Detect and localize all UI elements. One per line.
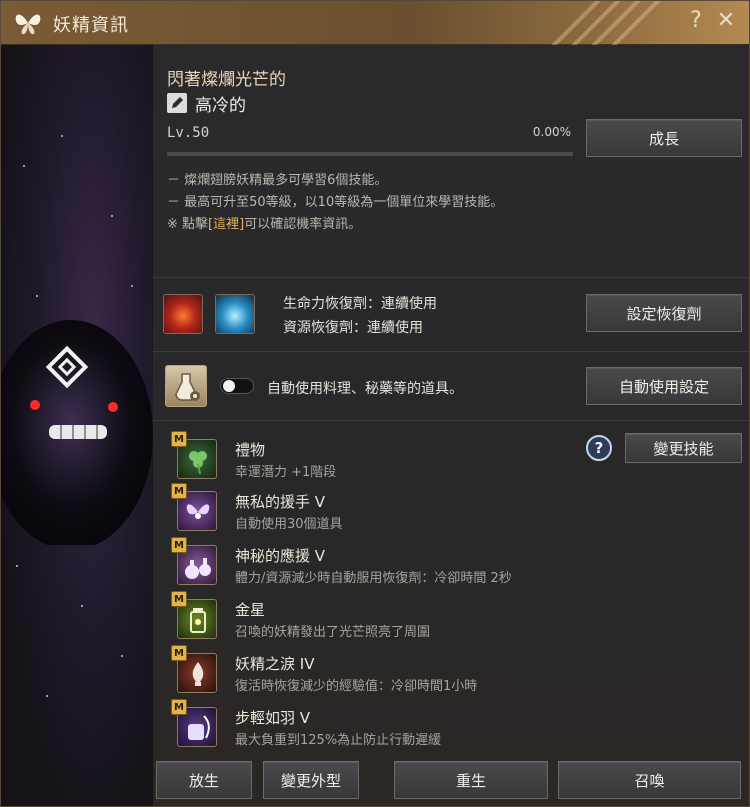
toggle-knob [223,380,235,392]
skill-name: 神秘的應援 V [235,547,326,565]
butterfly-icon [15,14,41,35]
skill-desc: 復活時恢復減少的經驗值：冷卻時間1小時 [235,679,478,694]
skill-badge: M [171,537,187,553]
fairy-title-line: 閃著燦爛光芒的 [167,70,286,90]
hp-potion-setting: 生命力恢復劑：連續使用 [283,296,437,312]
divider [153,277,749,278]
fairy-creature-image [1,320,153,545]
skill-badge: M [171,591,187,607]
skill-desc: 體力/資源減少時自動服用恢復劑：冷卻時間 2秒 [235,571,512,586]
fairy-info-window: 妖精資訊 ? ✕ 閃著燦爛光芒的 高冷的 Lv.50 0.00% 成長 － 燦爛… [0,0,750,807]
skill-row[interactable]: M 無私的援手 V 自動使用30個道具 [171,483,591,539]
skill-badge: M [171,699,187,715]
probability-link[interactable]: [這裡] [208,217,244,232]
skill-badge: M [171,483,187,499]
hp-potion-icon[interactable] [163,294,203,334]
change-appearance-button[interactable]: 變更外型 [263,761,359,799]
fairy-portrait [1,45,153,806]
exp-percent: 0.00% [532,125,571,139]
fairy-level: Lv.50 [167,125,210,141]
skill-name: 無私的援手 V [235,493,326,511]
skill-badge: M [171,431,187,447]
skill-name: 金星 [235,601,266,619]
auto-use-toggle[interactable] [220,378,254,394]
change-skill-button[interactable]: 變更技能 [625,433,742,463]
auto-use-settings-button[interactable]: 自動使用設定 [586,367,742,405]
resource-potion-icon[interactable] [215,294,255,334]
skill-row[interactable]: M 禮物 幸運潛力 +1階段 [171,431,591,487]
info-suffix: 可以確認機率資訊。 [244,217,362,232]
skill-desc: 召喚的妖精發出了光芒照亮了周圍 [235,625,431,640]
help-icon[interactable]: ? [683,8,709,33]
release-button[interactable]: 放生 [156,761,252,799]
info-line-max-level: － 最高可升至50等級，以10等級為一個單位來學習技能。 [167,195,504,210]
auto-use-label: 自動使用料理、秘藥等的道具。 [267,381,463,397]
skill-name: 禮物 [235,441,266,459]
set-potion-button[interactable]: 設定恢復劑 [586,294,742,332]
info-line-probability: ※ 點擊[這裡]可以確認機率資訊。 [167,213,361,232]
pencil-icon [172,97,183,108]
exp-progress-bar [167,152,573,156]
grow-button[interactable]: 成長 [586,119,742,157]
skill-row[interactable]: M 步輕如羽 V 最大負重到125%為止防止行動遲緩 [171,699,591,755]
resource-potion-setting: 資源恢復劑：連續使用 [283,320,423,336]
skill-desc: 最大負重到125%為止防止行動遲緩 [235,733,442,748]
divider [153,420,749,421]
skill-row[interactable]: M 妖精之淚 IV 復活時恢復減少的經驗值：冷卻時間1小時 [171,645,591,701]
rebirth-button[interactable]: 重生 [394,761,548,799]
skill-badge: M [171,645,187,661]
flask-gear-icon [175,373,200,401]
title-bar[interactable]: 妖精資訊 ? ✕ [1,1,749,45]
skill-name: 妖精之淚 IV [235,655,315,673]
fairy-name: 高冷的 [195,96,246,116]
edit-name-button[interactable] [167,93,187,113]
skill-name: 步輕如羽 V [235,709,311,727]
auto-use-item-icon [165,365,207,407]
content-panel: 閃著燦爛光芒的 高冷的 Lv.50 0.00% 成長 － 燦爛翅膀妖精最多可學習… [153,45,749,806]
summon-button[interactable]: 召喚 [558,761,741,799]
info-prefix: ※ 點擊 [167,217,209,232]
skill-row[interactable]: M 金星 召喚的妖精發出了光芒照亮了周圍 [171,591,591,647]
skill-row[interactable]: M 神秘的應援 V 體力/資源減少時自動服用恢復劑：冷卻時間 2秒 [171,537,591,593]
divider [153,351,749,352]
window-title: 妖精資訊 [53,15,129,36]
close-icon[interactable]: ✕ [713,8,739,33]
skill-desc: 幸運潛力 +1階段 [235,465,337,480]
skill-desc: 自動使用30個道具 [235,517,343,532]
titlebar-decoration [551,1,661,45]
info-line-max-skills: － 燦爛翅膀妖精最多可學習6個技能。 [167,173,388,188]
